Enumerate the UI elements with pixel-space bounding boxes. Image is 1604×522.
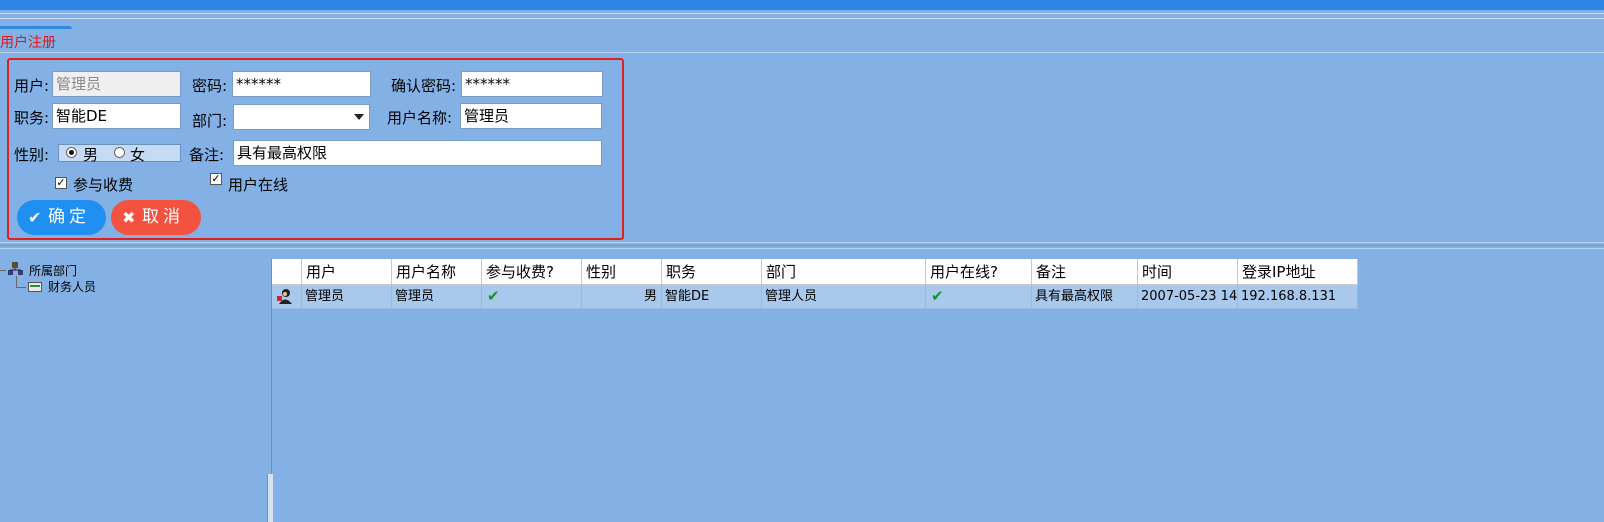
password-label: 密码:	[192, 77, 228, 95]
col-header-charge[interactable]: 参与收费?	[482, 259, 582, 285]
cell-remark[interactable]: 具有最高权限	[1032, 285, 1138, 309]
top-divider-2	[0, 18, 1604, 19]
online-checkbox[interactable]: ✓	[210, 173, 222, 185]
charge-checkbox[interactable]: ✓	[55, 177, 67, 189]
user-label: 用户:	[14, 77, 50, 95]
col-header-icon[interactable]	[272, 259, 302, 285]
gender-male-label[interactable]: 男	[83, 144, 98, 165]
cancel-button[interactable]: ✖ 取消	[111, 200, 201, 235]
cell-charge-check-icon[interactable]: ✔	[482, 285, 582, 309]
remark-label: 备注:	[189, 146, 225, 164]
section-divider-3	[0, 248, 1604, 249]
col-header-user[interactable]: 用户	[302, 259, 392, 285]
gender-label: 性别:	[14, 146, 50, 164]
cell-username[interactable]: 管理员	[392, 285, 482, 309]
online-label[interactable]: 用户在线	[228, 174, 288, 195]
cell-ip[interactable]: 192.168.8.131	[1238, 285, 1358, 309]
section-divider-2	[0, 245, 1604, 246]
col-header-username[interactable]: 用户名称	[392, 259, 482, 285]
col-header-gender[interactable]: 性别	[582, 259, 662, 285]
cell-user[interactable]: 管理员	[302, 285, 392, 309]
tree-item-finance[interactable]: 财务人员	[48, 278, 96, 295]
col-header-duty[interactable]: 职务	[662, 259, 762, 285]
dept-select[interactable]	[233, 104, 370, 130]
chevron-down-icon[interactable]	[354, 114, 364, 120]
check-icon: ✔	[28, 208, 42, 227]
username-field[interactable]: 管理员	[460, 103, 602, 129]
user-icon	[277, 289, 292, 304]
cell-duty[interactable]: 智能DE	[662, 285, 762, 309]
section-divider	[0, 242, 1604, 243]
gender-female-label[interactable]: 女	[130, 144, 145, 165]
confirm-button[interactable]: ✔ 确定	[17, 200, 106, 235]
tree-root-label[interactable]: 所属部门	[29, 262, 77, 279]
password-field[interactable]: ******	[232, 71, 371, 97]
col-header-ip[interactable]: 登录IP地址	[1238, 259, 1358, 285]
charge-label[interactable]: 参与收费	[73, 174, 133, 195]
col-header-dept[interactable]: 部门	[762, 259, 926, 285]
cell-dept[interactable]: 管理人员	[762, 285, 926, 309]
top-title-bar	[0, 0, 1604, 10]
duty-field[interactable]: 智能DE	[52, 103, 181, 129]
scroll-grip[interactable]	[267, 474, 273, 522]
col-header-remark[interactable]: 备注	[1032, 259, 1138, 285]
gender-female-radio[interactable]	[114, 147, 125, 158]
gender-male-radio[interactable]	[66, 147, 77, 158]
tab-divider	[0, 52, 1604, 53]
col-header-time[interactable]: 时间	[1138, 259, 1238, 285]
cell-gender[interactable]: 男	[582, 285, 662, 309]
confirm-button-label: 确定	[48, 207, 90, 227]
dept-label: 部门:	[192, 112, 228, 130]
tree-connector	[0, 270, 6, 271]
remark-field[interactable]: 具有最高权限	[233, 140, 602, 166]
cancel-button-label: 取消	[142, 207, 184, 227]
username-label: 用户名称:	[387, 109, 453, 127]
dept-tree-icon	[8, 262, 23, 275]
cell-time[interactable]: 2007-05-23 14	[1138, 285, 1238, 309]
confirm-password-label: 确认密码:	[391, 77, 457, 95]
table-row-icon-cell[interactable]	[272, 285, 302, 309]
gender-radio-group: 男 女	[58, 144, 181, 165]
cell-online-check-icon[interactable]: ✔	[926, 285, 1032, 309]
top-divider	[0, 13, 1604, 14]
close-icon: ✖	[122, 208, 136, 227]
confirm-password-field[interactable]: ******	[461, 71, 603, 97]
col-header-online[interactable]: 用户在线?	[926, 259, 1032, 285]
tab-user-register[interactable]: 用户注册	[0, 32, 56, 52]
tree-connector-h	[16, 287, 26, 288]
radio-selected-dot	[69, 150, 74, 155]
duty-label: 职务:	[14, 109, 50, 127]
tab-accent	[0, 26, 72, 29]
user-field[interactable]: 管理员	[52, 71, 181, 97]
card-icon	[28, 282, 42, 292]
